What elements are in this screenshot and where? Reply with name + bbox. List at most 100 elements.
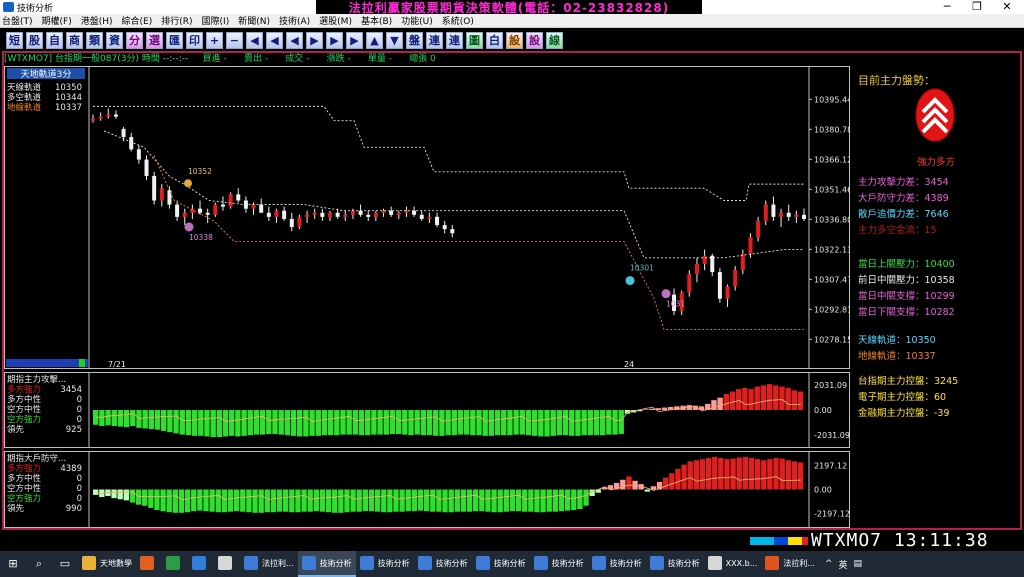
toolbar-button-7[interactable]: 選	[146, 31, 163, 49]
histogram-bar	[399, 489, 405, 512]
ime-indicator[interactable]: 英	[839, 558, 848, 571]
toolbar-button-27[interactable]: 線	[546, 31, 563, 49]
taskbar-app-icon	[301, 556, 316, 570]
taskbar-app-5[interactable]: 法拉利...	[240, 551, 298, 577]
histogram-bar	[439, 410, 445, 436]
menu-item-7[interactable]: 技術(A)	[277, 14, 310, 27]
toolbar-button-25[interactable]: 設	[506, 31, 523, 49]
legend-value: 0	[77, 395, 82, 405]
histogram-bar	[754, 386, 760, 410]
taskbar-app-14[interactable]: 法拉利...	[761, 551, 819, 577]
toolbar-button-2[interactable]: 自	[46, 31, 63, 49]
toolbar-button-18[interactable]: ▲	[366, 31, 383, 49]
histogram-bar	[612, 410, 618, 435]
histogram-bar	[222, 410, 229, 437]
toolbar-button-11[interactable]: −	[226, 31, 243, 49]
histogram-bar	[473, 489, 479, 512]
taskbar-app-icon	[533, 556, 548, 570]
close-button[interactable]: ✕	[992, 0, 1022, 14]
level-row: 當日中關支撐：10299	[858, 291, 955, 302]
menu-item-5[interactable]: 國際(I)	[200, 14, 230, 27]
histogram-bar	[773, 458, 779, 490]
toolbar-button-9[interactable]: 印	[186, 31, 203, 49]
legend-label: 地線軌道	[7, 102, 42, 113]
histogram-bar	[381, 489, 387, 513]
menu-item-8[interactable]: 選股(M)	[317, 14, 352, 27]
right-info-panel: 目前主力盤勢： 強力多方 主力攻擊力差：3454 大戶防守力差：4389 散戶追價力差：…	[855, 66, 1019, 528]
histogram-bar	[374, 489, 381, 512]
notification-icon[interactable]: ▤	[854, 559, 863, 569]
scroll-thumb[interactable]	[79, 359, 85, 367]
toolbar-button-13[interactable]: ◀	[266, 31, 283, 49]
histogram-bar	[423, 489, 430, 512]
task-view-icon[interactable]: ▭	[52, 551, 78, 577]
taskbar-app-8[interactable]: 技術分析	[414, 551, 472, 577]
taskbar-app-13[interactable]: XXX.b...	[704, 551, 762, 577]
maximize-button[interactable]: ❐	[962, 0, 992, 14]
taskbar-app-2[interactable]	[162, 551, 188, 577]
taskbar-app-6[interactable]: 技術分析	[297, 551, 356, 577]
toolbar-button-6[interactable]: 分	[126, 31, 143, 49]
menu-item-1[interactable]: 期權(F)	[40, 14, 72, 27]
taskbar-app-12[interactable]: 技術分析	[646, 551, 704, 577]
toolbar-button-24[interactable]: 白	[486, 31, 503, 49]
toolbar-button-10[interactable]: +	[206, 31, 223, 49]
histogram-bar	[253, 410, 260, 435]
toolbar-button-16[interactable]: ▶	[326, 31, 343, 49]
toolbar-button-15[interactable]: ▶	[306, 31, 323, 49]
menu-item-6[interactable]: 新聞(N)	[236, 14, 270, 27]
search-icon[interactable]: ⌕	[26, 551, 52, 577]
minimize-button[interactable]: ─	[932, 0, 962, 14]
menu-item-3[interactable]: 綜合(E)	[120, 14, 153, 27]
histogram-bar	[204, 410, 210, 437]
menu-item-10[interactable]: 功能(U)	[399, 14, 433, 27]
annotation-label: 10338	[189, 233, 213, 242]
toolbar-button-5[interactable]: 資	[106, 31, 123, 49]
toolbar-button-14[interactable]: ◀	[286, 31, 303, 49]
taskbar-app-icon	[475, 556, 490, 570]
tray-expand-icon[interactable]: ^	[825, 559, 833, 569]
toolbar-button-12[interactable]: ◀	[246, 31, 263, 49]
menu-item-0[interactable]: 台盤(T)	[0, 14, 33, 27]
toolbar-button-19[interactable]: ▼	[386, 31, 403, 49]
taskbar-app-1[interactable]	[136, 551, 162, 577]
candle-body	[442, 225, 447, 230]
toolbar-button-3[interactable]: 商	[66, 31, 83, 49]
taskbar-app-9[interactable]: 技術分析	[472, 551, 530, 577]
legend-label: 空方強力	[7, 493, 41, 504]
toolbar-button-0[interactable]: 短	[6, 31, 23, 49]
menu-item-4[interactable]: 排行(R)	[159, 14, 192, 27]
menu-item-11[interactable]: 系統(O)	[440, 14, 474, 27]
taskbar-app-10[interactable]: 技術分析	[530, 551, 588, 577]
toolbar-button-1[interactable]: 股	[26, 31, 43, 49]
toolbar-button-22[interactable]: 連	[446, 31, 463, 49]
taskbar-app-11[interactable]: 技術分析	[588, 551, 646, 577]
histogram-bar	[699, 459, 706, 490]
x-tick-label: 7/21	[108, 360, 126, 369]
taskbar-app-3[interactable]	[188, 551, 214, 577]
candle-body	[779, 212, 784, 217]
toolbar-button-20[interactable]: 盤	[406, 31, 423, 49]
histogram-bar	[417, 489, 424, 511]
taskbar-app-4[interactable]	[214, 551, 240, 577]
histogram-bar	[644, 489, 650, 492]
toolbar-button-8[interactable]: 匯	[166, 31, 183, 49]
menu-item-2[interactable]: 港盤(H)	[79, 14, 113, 27]
histogram-bar	[340, 410, 346, 435]
toolbar-button-26[interactable]: 設	[526, 31, 543, 49]
legend-value: 4389	[60, 464, 82, 474]
candle-body	[373, 212, 378, 217]
toolbar-button-21[interactable]: 連	[426, 31, 443, 49]
candle-body	[350, 210, 355, 215]
taskbar-app-7[interactable]: 技術分析	[356, 551, 414, 577]
chart-area[interactable]: 天地軌道3分天線軌道 10350 多空軌道 10344 地線軌道 10337 10395.4…	[4, 66, 850, 528]
toolbar-button-23[interactable]: 圖	[466, 31, 483, 49]
toolbar-button-17[interactable]: ▶	[346, 31, 363, 49]
metric-row: 散戶追價力差：7646	[858, 209, 949, 220]
menu-item-9[interactable]: 基本(B)	[359, 14, 392, 27]
start-button[interactable]: ⊞	[0, 551, 26, 577]
toolbar-button-4[interactable]: 類	[86, 31, 103, 49]
scroll-track[interactable]	[6, 359, 88, 367]
candle-body	[396, 212, 401, 215]
taskbar-app-0[interactable]: 天地數學	[78, 551, 136, 577]
